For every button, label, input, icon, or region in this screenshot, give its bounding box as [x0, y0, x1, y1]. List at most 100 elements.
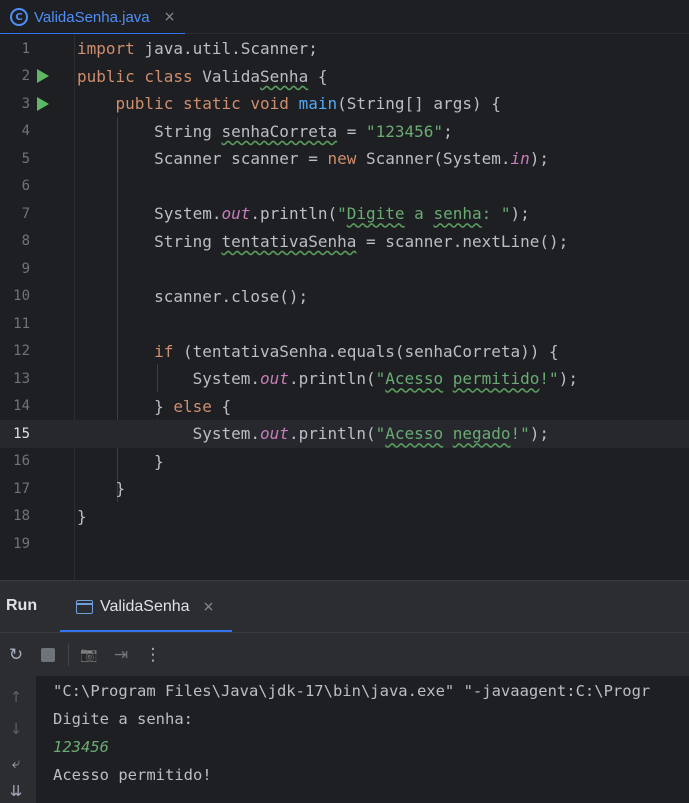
code-line[interactable]: 17 }	[0, 475, 689, 503]
code-line[interactable]: 18}	[0, 503, 689, 531]
code-token: scanner.close();	[77, 286, 309, 306]
code-text: if (tentativaSenha.equals(senhaCorreta))…	[77, 342, 559, 361]
code-line[interactable]: 9	[0, 255, 689, 283]
more-options-icon[interactable]: ⋮	[137, 639, 169, 671]
code-token: public static void	[115, 94, 289, 114]
code-token: }	[77, 506, 87, 526]
code-text: public static void main(String[] args) {	[77, 94, 501, 113]
code-token: Digite	[346, 204, 405, 224]
code-line[interactable]: 5 Scanner scanner = new Scanner(System.i…	[0, 145, 689, 173]
run-tab-validasenha[interactable]: ValidaSenha ×	[60, 581, 232, 633]
code-line[interactable]: 2 public class ValidaSenha {	[0, 63, 689, 91]
code-token: Acesso	[385, 424, 444, 444]
code-text: import java.util.Scanner;	[77, 39, 318, 58]
camera-icon[interactable]: 📷	[73, 639, 105, 671]
code-token: =	[337, 121, 366, 141]
code-token: Scanner(System.	[356, 149, 511, 169]
code-line[interactable]: 7 System.out.println("Digite a senha: ")…	[0, 200, 689, 228]
code-line[interactable]: 19	[0, 530, 689, 558]
code-token: );	[529, 149, 550, 169]
stop-button[interactable]	[32, 639, 64, 671]
code-text: scanner.close();	[77, 287, 308, 306]
code-token: tentativaSenha	[221, 231, 357, 251]
code-token: main	[298, 94, 338, 114]
code-token: Senha	[260, 66, 309, 86]
code-line[interactable]: 10 scanner.close();	[0, 283, 689, 311]
code-token: else	[173, 396, 212, 416]
run-gutter-icon[interactable]	[37, 69, 49, 84]
code-token: .println(	[288, 369, 376, 389]
run-toolbar: ↻ 📷 ⇥ ⋮	[0, 632, 689, 676]
line-number: 16	[13, 453, 30, 470]
code-token: (tentativaSenha.equals(senhaCorreta)) {	[173, 341, 559, 361]
down-arrow-icon[interactable]: ↓	[0, 720, 32, 738]
code-token: );	[558, 369, 578, 389]
code-token: import	[77, 39, 135, 59]
code-token: java.util.Scanner;	[134, 39, 318, 59]
line-number: 13	[13, 370, 30, 387]
run-tab-label: ValidaSenha	[100, 598, 190, 615]
code-text: public class ValidaSenha {	[77, 67, 327, 86]
code-token: "123456"	[366, 121, 444, 141]
code-token: permitido	[452, 369, 540, 389]
soft-wrap-icon[interactable]: ⤶	[0, 754, 32, 772]
code-token: : "	[481, 204, 511, 224]
code-token: if	[154, 341, 174, 361]
console-line: Acesso permitido!	[53, 766, 212, 784]
code-line[interactable]: 11	[0, 310, 689, 338]
code-line[interactable]: 12 if (tentativaSenha.equals(senhaCorret…	[0, 338, 689, 366]
code-line[interactable]: 1 import java.util.Scanner;	[0, 35, 689, 63]
line-number: 12	[13, 343, 30, 360]
line-number: 19	[13, 535, 30, 552]
console-line: "C:\Program Files\Java\jdk-17\bin\java.e…	[53, 682, 651, 700]
code-line[interactable]: 3 public static void main(String[] args)…	[0, 90, 689, 118]
run-gutter-icon[interactable]	[37, 96, 49, 111]
close-icon[interactable]: ×	[203, 599, 215, 615]
code-token: System.	[77, 369, 261, 389]
code-line[interactable]: 4 String senhaCorreta = "123456";	[0, 118, 689, 146]
close-icon[interactable]: ×	[164, 9, 176, 25]
code-line[interactable]: 13 System.out.println("Acesso permitido!…	[0, 365, 689, 393]
editor-tab-validasenha[interactable]: C ValidaSenha.java ×	[0, 0, 186, 35]
code-text: }	[77, 479, 126, 499]
code-token: = scanner.nextLine();	[356, 231, 569, 251]
editor-tab-bar: C ValidaSenha.java ×	[0, 0, 689, 35]
code-token: Scanner scanner =	[77, 149, 328, 169]
code-token: senha	[433, 204, 482, 224]
code-line[interactable]: 14 } else {	[0, 393, 689, 421]
code-editor[interactable]: 1 import java.util.Scanner; 2 public class …	[0, 34, 689, 580]
code-line[interactable]: 6	[0, 173, 689, 201]
console-output[interactable]: ↑ ↓ ⤶ ⇊ "C:\Program Files\Java\jdk-17\bi…	[0, 676, 689, 803]
line-number: 11	[13, 315, 30, 332]
code-line[interactable]: 15 System.out.println("Acesso negado!");	[0, 420, 689, 448]
run-tool-window-header: Run ValidaSenha ×	[0, 580, 689, 633]
line-number: 9	[21, 260, 30, 277]
console-side-toolbar: ↑ ↓ ⤶ ⇊	[0, 676, 36, 803]
code-text: System.out.println("Acesso permitido!");	[77, 369, 578, 388]
code-token: "	[375, 369, 386, 389]
rerun-icon[interactable]: ↻	[0, 639, 32, 671]
code-token: }	[77, 396, 174, 416]
code-line[interactable]: 8 String tentativaSenha = scanner.nextLi…	[0, 228, 689, 256]
up-arrow-icon[interactable]: ↑	[0, 688, 32, 706]
line-number: 18	[13, 508, 30, 525]
code-line[interactable]: 16 }	[0, 448, 689, 476]
java-class-icon: C	[10, 8, 28, 26]
console-icon	[76, 600, 93, 614]
line-number: 4	[21, 123, 30, 140]
code-token: .println(	[288, 424, 376, 444]
code-token: negado	[452, 424, 511, 444]
scroll-to-end-icon[interactable]: ⇊	[0, 782, 32, 800]
line-number: 3	[21, 95, 30, 112]
line-number: 17	[13, 480, 30, 497]
code-token: "	[337, 204, 347, 224]
line-number: 2	[21, 68, 30, 85]
line-number: 1	[21, 40, 30, 57]
code-token: }	[77, 451, 164, 471]
code-token: }	[77, 479, 126, 499]
exit-icon[interactable]: ⇥	[105, 639, 137, 671]
